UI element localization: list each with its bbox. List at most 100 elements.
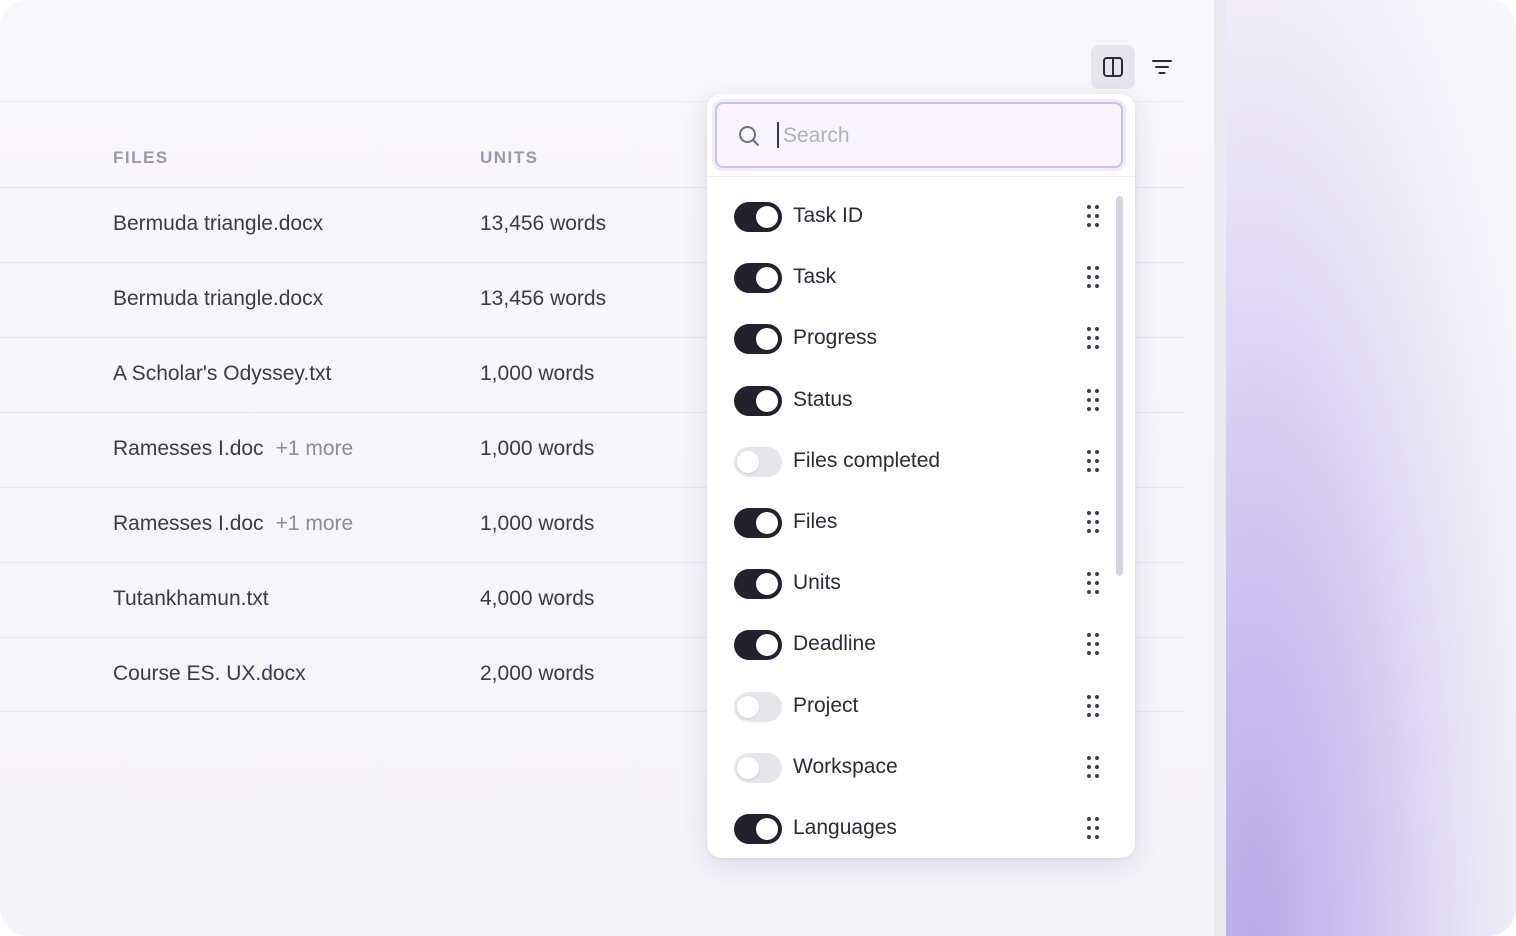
filter-icon — [1152, 60, 1172, 74]
column-header-units[interactable]: UNITS — [480, 148, 539, 168]
drag-dot — [1087, 327, 1091, 332]
drag-dot — [1095, 764, 1099, 769]
column-option-label: Project — [793, 693, 859, 717]
drag-dot — [1087, 223, 1091, 227]
file-name: Bermuda triangle.docx — [113, 287, 324, 310]
app-window: FILES UNITS Bermuda triangle.docx 13,456 … — [0, 0, 1516, 936]
file-cell[interactable]: Ramesses I.doc +1 more — [113, 512, 353, 536]
column-option: Task — [707, 248, 1135, 309]
drag-dot — [1095, 205, 1099, 209]
column-visibility-toggle[interactable] — [734, 385, 782, 416]
drag-dot — [1087, 511, 1091, 515]
drag-handle-icon[interactable] — [1087, 511, 1101, 535]
drag-handle-icon[interactable] — [1087, 388, 1101, 413]
column-list-scrollbar[interactable] — [1116, 196, 1123, 576]
units-cell: 1,000 words — [480, 437, 595, 460]
file-cell[interactable]: Course ES. UX.docx — [113, 662, 306, 686]
units-cell: 13,456 words — [480, 212, 607, 235]
column-visibility-toggle[interactable] — [734, 263, 782, 294]
drag-dot — [1095, 511, 1099, 515]
file-name: A Scholar's Odyssey.txt — [113, 362, 332, 385]
drag-dot — [1087, 835, 1091, 839]
toggle-knob — [756, 389, 778, 412]
file-cell[interactable]: A Scholar's Odyssey.txt — [113, 362, 331, 386]
units-cell: 4,000 words — [480, 587, 595, 610]
column-option-label: Files completed — [793, 448, 941, 472]
drag-dot — [1095, 406, 1099, 411]
column-visibility-toggle[interactable] — [734, 508, 782, 538]
toggle-knob — [756, 328, 778, 351]
toggle-knob — [756, 206, 778, 228]
drag-handle-icon[interactable] — [1087, 266, 1101, 290]
column-search-box[interactable] — [715, 102, 1123, 168]
more-files-link[interactable]: +1 more — [276, 437, 354, 460]
drag-handle-icon[interactable] — [1087, 755, 1101, 780]
drag-dot — [1087, 266, 1091, 271]
column-visibility-toggle[interactable] — [734, 324, 782, 355]
drag-dot — [1095, 826, 1099, 830]
drag-dot — [1095, 755, 1099, 760]
column-option-label: Progress — [793, 326, 878, 350]
drag-dot — [1095, 703, 1099, 708]
drag-dot — [1087, 590, 1091, 595]
columns-toggle-button[interactable] — [1091, 45, 1135, 89]
drag-dot — [1095, 572, 1099, 577]
column-option-label: Files — [793, 510, 838, 533]
toggle-knob — [737, 450, 759, 473]
drag-dot — [1087, 275, 1091, 280]
drag-handle-icon[interactable] — [1087, 817, 1101, 841]
units-cell: 13,456 words — [480, 287, 607, 310]
drag-dot — [1087, 336, 1091, 341]
column-option-label: Status — [793, 387, 853, 411]
drag-dot — [1087, 755, 1091, 760]
drag-handle-icon[interactable] — [1087, 633, 1101, 657]
side-panel-background — [1226, 0, 1516, 936]
column-header-files[interactable]: FILES — [113, 148, 169, 168]
column-visibility-toggle[interactable] — [734, 814, 782, 844]
column-option: Status — [707, 371, 1135, 432]
column-visibility-toggle[interactable] — [734, 446, 782, 477]
column-visibility-toggle[interactable] — [734, 691, 782, 722]
drag-dot — [1095, 397, 1099, 402]
drag-dot — [1087, 817, 1091, 821]
more-files-link[interactable]: +1 more — [276, 512, 354, 535]
column-visibility-toggle[interactable] — [734, 752, 782, 783]
drag-dot — [1087, 467, 1091, 472]
units-cell: 2,000 words — [480, 662, 595, 685]
file-cell[interactable]: Bermuda triangle.docx — [113, 287, 323, 311]
column-option-label: Languages — [793, 816, 897, 839]
filter-button[interactable] — [1140, 45, 1184, 89]
drag-handle-icon[interactable] — [1087, 327, 1101, 351]
file-name: Course ES. UX.docx — [113, 662, 306, 685]
drag-dot — [1095, 275, 1099, 280]
drag-handle-icon[interactable] — [1087, 694, 1101, 719]
file-cell[interactable]: Ramesses I.doc +1 more — [113, 437, 353, 461]
column-option-label: Units — [793, 571, 841, 595]
column-visibility-toggle[interactable] — [734, 569, 782, 600]
drag-dot — [1095, 214, 1099, 218]
drag-handle-icon[interactable] — [1087, 449, 1101, 474]
column-option-label: Task — [793, 265, 837, 289]
column-search-input[interactable] — [781, 116, 1105, 156]
column-visibility-toggle[interactable] — [734, 630, 782, 661]
file-cell[interactable]: Bermuda triangle.docx — [113, 212, 323, 236]
drag-dot — [1095, 633, 1099, 638]
units-cell: 1,000 words — [480, 362, 595, 385]
drag-handle-icon[interactable] — [1087, 205, 1101, 229]
drag-handle-icon[interactable] — [1087, 572, 1101, 596]
drag-dot — [1087, 458, 1091, 463]
drag-dot — [1087, 449, 1091, 454]
column-visibility-toggle[interactable] — [734, 202, 782, 232]
drag-dot — [1087, 712, 1091, 717]
search-separator — [707, 176, 1135, 177]
drag-dot — [1087, 572, 1091, 577]
toggle-knob — [756, 267, 778, 290]
search-icon — [739, 126, 759, 146]
file-cell[interactable]: Tutankhamun.txt — [113, 587, 269, 611]
drag-dot — [1095, 284, 1099, 289]
drag-dot — [1087, 406, 1091, 411]
drag-dot — [1095, 651, 1099, 656]
drag-dot — [1095, 581, 1099, 586]
drag-dot — [1095, 266, 1099, 271]
drag-dot — [1087, 397, 1091, 402]
